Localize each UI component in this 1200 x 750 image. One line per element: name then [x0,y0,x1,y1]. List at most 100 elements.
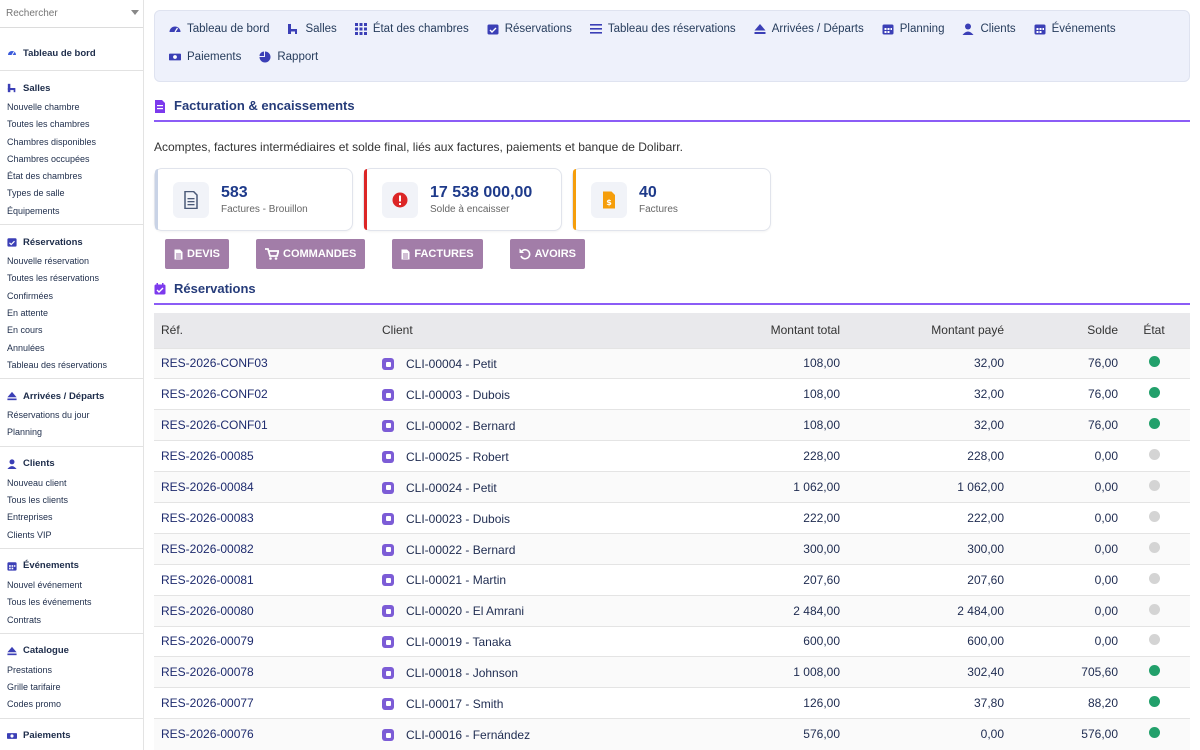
sidebar: Tableau de bord SallesNouvelle chambreTo… [0,0,144,750]
sidebar-link[interactable]: État des chambres [0,168,143,185]
reservation-ref-link[interactable]: RES-2026-00084 [161,480,254,494]
sidebar-link[interactable]: Chambres disponibles [0,134,143,151]
reservation-ref-link[interactable]: RES-2026-00076 [161,727,254,741]
sidebar-link[interactable]: Tous les clients [0,492,143,509]
calendar-check-icon [487,23,499,35]
sidebar-link[interactable]: Contrats [0,612,143,629]
sidebar-link[interactable]: Nouveau client [0,475,143,492]
nav-item-tableau-de-bord[interactable]: Tableau de bord [169,19,269,39]
column-header-total[interactable]: Montant total [677,313,840,348]
client-link[interactable]: CLI-00021 - Martin [382,573,506,587]
sidebar-link[interactable]: Grille tarifaire [0,679,143,696]
client-link[interactable]: CLI-00017 - Smith [382,697,503,711]
avoirs-button[interactable]: AVOIRS [509,239,585,269]
client-link[interactable]: CLI-00018 - Johnson [382,666,518,680]
client-link[interactable]: CLI-00004 - Petit [382,357,497,371]
reservation-ref-link[interactable]: RES-2026-00080 [161,604,254,618]
status-dot [1148,418,1160,430]
column-header-paid[interactable]: Montant payé [840,313,1004,348]
sidebar-item--v-nements[interactable]: Événements [0,555,143,577]
column-header-client[interactable]: Client [382,313,677,348]
commandes-button[interactable]: COMMANDES [256,239,366,269]
nav-item-clients[interactable]: Clients [962,19,1016,39]
nav-item-salles[interactable]: Salles [287,19,337,39]
kpi-card[interactable]: $40 Factures [572,168,771,231]
reservation-ref-link[interactable]: RES-2026-00077 [161,696,254,710]
kpi-card[interactable]: 583 Factures - Brouillon [154,168,353,231]
sidebar-link[interactable]: Planning [0,424,143,441]
invoice-icon: $ [591,181,627,218]
cell-paid: 600,00 [840,625,1004,657]
nav-item-tableau-des-r-servations[interactable]: Tableau des réservations [589,19,736,39]
sidebar-item-dashboard[interactable]: Tableau de bord [0,42,143,64]
client-name: CLI-00004 - Petit [406,357,497,372]
client-link[interactable]: CLI-00003 - Dubois [382,388,510,402]
nav-item-paiements[interactable]: Paiements [169,47,241,67]
sidebar-link[interactable]: Tableau des réservations [0,357,143,374]
search-input[interactable] [6,8,136,19]
sidebar-link[interactable]: Nouvelle chambre [0,99,143,116]
column-header-ref[interactable]: Réf. [154,313,382,348]
chair-icon [7,83,17,93]
sidebar-item-clients[interactable]: Clients [0,453,143,475]
client-name: CLI-00016 - Fernández [406,728,531,743]
sidebar-item-catalogue[interactable]: Catalogue [0,640,143,662]
sidebar-link[interactable]: Prestations [0,662,143,679]
sidebar-link[interactable]: Toutes les réservations [0,270,143,287]
reservation-ref-link[interactable]: RES-2026-CONF01 [161,418,268,432]
sidebar-link[interactable]: En cours [0,322,143,339]
client-link[interactable]: CLI-00022 - Bernard [382,543,515,557]
client-link[interactable]: CLI-00024 - Petit [382,481,497,495]
sidebar-search[interactable] [0,0,143,28]
sidebar-link[interactable]: Chambres occupées [0,151,143,168]
sidebar-link[interactable]: Confirmées [0,288,143,305]
cell-status [1118,347,1190,379]
sidebar-link[interactable]: Toutes les chambres [0,116,143,133]
client-link[interactable]: CLI-00002 - Bernard [382,419,515,433]
reservation-ref-link[interactable]: RES-2026-00083 [161,511,254,525]
devis-button[interactable]: DEVIS [165,239,230,269]
client-card-icon [382,636,394,649]
nav-item--tat-des-chambres[interactable]: État des chambres [354,19,469,39]
nav-item-planning[interactable]: Planning [882,19,944,39]
nav-item-rapport[interactable]: Rapport [259,47,318,67]
sidebar-item-salles[interactable]: Salles [0,77,143,99]
client-card-icon [382,389,394,402]
reservation-ref-link[interactable]: RES-2026-CONF02 [161,387,268,401]
sidebar-item-arriv-es-d-parts[interactable]: Arrivées / Départs [0,385,143,407]
nav-item--v-nements[interactable]: Événements [1034,19,1116,39]
client-link[interactable]: CLI-00020 - El Amrani [382,604,524,618]
sidebar-link[interactable]: Réservations du jour [0,407,143,424]
client-link[interactable]: CLI-00025 - Robert [382,450,509,464]
sidebar-link[interactable]: Équipements [0,203,143,220]
sidebar-link[interactable]: Nouvelle réservation [0,253,143,270]
column-header-status[interactable]: État [1118,313,1190,348]
reservation-ref-link[interactable]: RES-2026-00081 [161,573,254,587]
reservation-ref-link[interactable]: RES-2026-00082 [161,542,254,556]
client-link[interactable]: CLI-00019 - Tanaka [382,635,511,649]
sidebar-item-paiements[interactable]: Paiements [0,725,143,747]
reservation-ref-link[interactable]: RES-2026-00079 [161,634,254,648]
column-header-balance[interactable]: Solde [1004,313,1118,348]
kpi-card[interactable]: 17 538 000,00 Solde à encaisser [363,168,562,231]
sidebar-link[interactable]: Tous les événements [0,594,143,611]
sidebar-item-r-servations[interactable]: Réservations [0,231,143,253]
factures-button[interactable]: FACTURES [392,239,483,269]
client-link[interactable]: CLI-00016 - Fernández [382,728,530,742]
reservation-ref-link[interactable]: RES-2026-00078 [161,665,254,679]
status-dot [1148,634,1160,646]
sidebar-link[interactable]: En attente [0,305,143,322]
sidebar-link[interactable]: Types de salle [0,185,143,202]
sidebar-link[interactable]: Codes promo [0,696,143,713]
reservation-ref-link[interactable]: RES-2026-00085 [161,449,254,463]
chevron-down-icon[interactable] [131,10,139,15]
sidebar-link[interactable]: Entreprises [0,509,143,526]
client-link[interactable]: CLI-00023 - Dubois [382,512,510,526]
sidebar-link[interactable]: Annulées [0,340,143,357]
cell-client: CLI-00022 - Bernard [382,532,677,565]
sidebar-link[interactable]: Clients VIP [0,527,143,544]
reservation-ref-link[interactable]: RES-2026-CONF03 [161,356,268,370]
sidebar-link[interactable]: Nouvel événement [0,577,143,594]
nav-item-arriv-es-d-parts[interactable]: Arrivées / Départs [754,19,864,39]
nav-item-r-servations[interactable]: Réservations [487,19,572,39]
